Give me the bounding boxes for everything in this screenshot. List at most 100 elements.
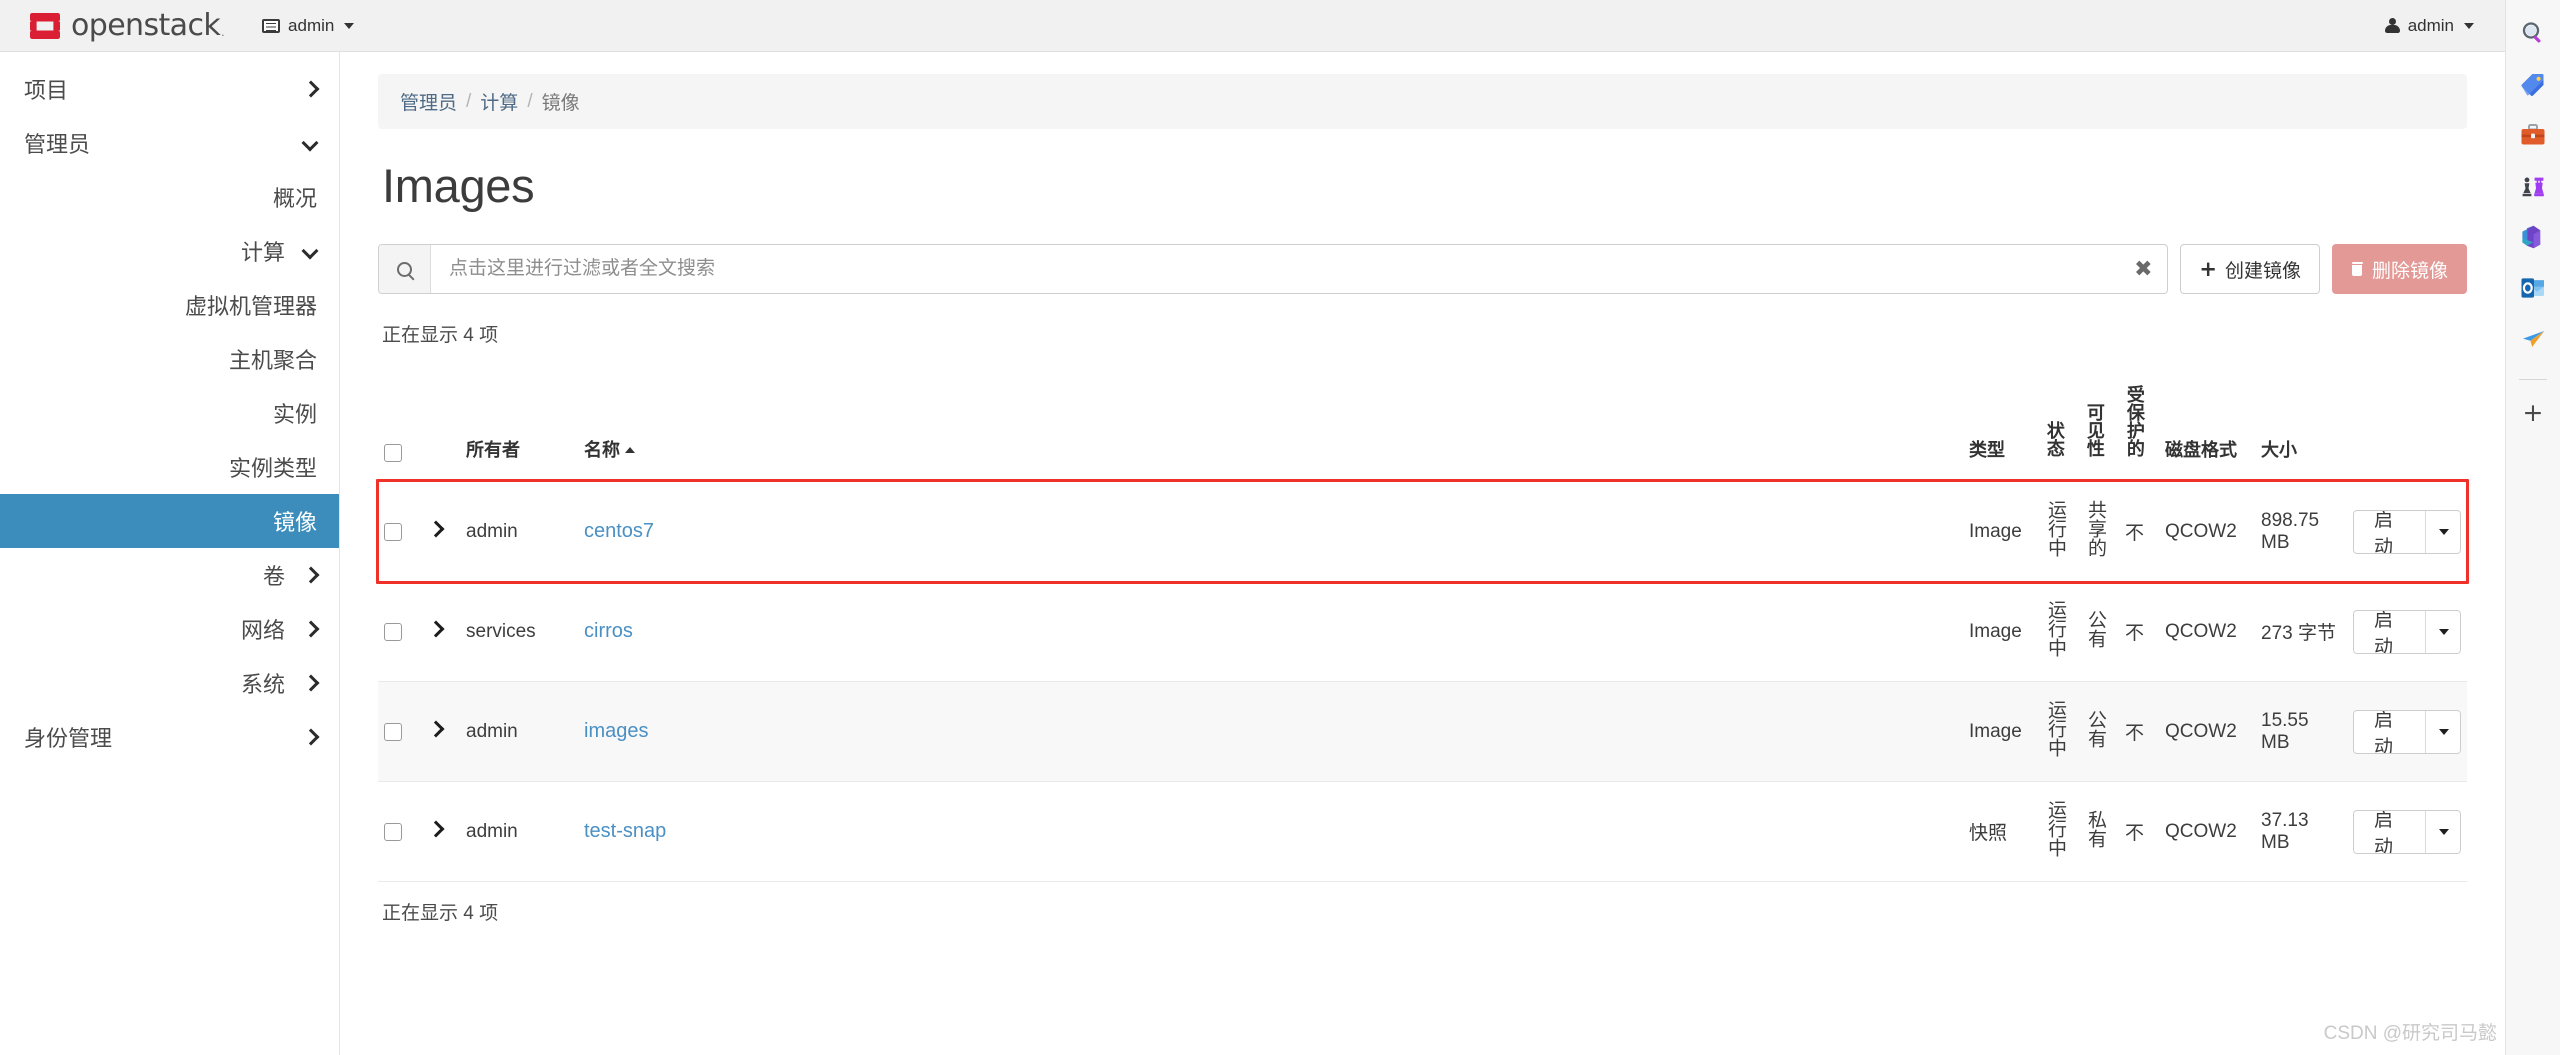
header-owner[interactable]: 所有者 — [460, 375, 578, 483]
rail-send-plane-button[interactable] — [2513, 319, 2553, 359]
row-expand-cell — [422, 681, 460, 783]
rail-outlook-button[interactable] — [2513, 268, 2553, 308]
sidebar-item-images[interactable]: 镜像 — [0, 494, 339, 548]
screen: openstack. admin admin 项目 管理员 概况 计算 虚拟机管… — [0, 0, 2560, 1055]
cell-status: 运行中 — [2039, 581, 2079, 683]
row-actions-dropdown-toggle[interactable] — [2425, 710, 2460, 753]
header-name-label: 名称 — [584, 440, 620, 461]
select-all-checkbox[interactable] — [384, 443, 402, 462]
sidebar-item-label: 实例 — [272, 402, 317, 427]
chevron-right-icon[interactable] — [428, 721, 444, 737]
delete-image-button[interactable]: 删除镜像 — [2331, 244, 2467, 295]
create-image-button[interactable]: + 创建镜像 — [2180, 244, 2320, 295]
sidebar-item-volumes[interactable]: 卷 — [0, 548, 339, 602]
sidebar-item-instances[interactable]: 实例 — [0, 386, 339, 440]
rail-tag-button[interactable] — [2513, 64, 2553, 104]
row-checkbox[interactable] — [384, 722, 402, 741]
sidebar-item-label: 项目 — [24, 78, 69, 103]
chevron-right-icon[interactable] — [428, 621, 444, 637]
breadcrumb-item-compute[interactable]: 计算 — [480, 88, 518, 115]
trash-icon — [2351, 261, 2364, 277]
expand-header — [422, 375, 460, 483]
cell-disk-format: QCOW2 — [2159, 581, 2255, 683]
sidebar-item-label: 实例类型 — [228, 456, 317, 481]
chevron-right-icon — [303, 622, 317, 636]
launch-button[interactable]: 启动 — [2354, 710, 2426, 753]
launch-button[interactable]: 启动 — [2354, 510, 2426, 553]
table-row[interactable]: admin images Image 运行中 公有 不 QCOW2 15.55 … — [378, 681, 2467, 783]
search-input[interactable] — [431, 245, 2120, 294]
sidebar-item-system[interactable]: 系统 — [0, 656, 339, 710]
cell-protected: 不 — [2119, 581, 2159, 683]
cell-owner: services — [460, 581, 578, 683]
row-select-cell — [378, 781, 422, 883]
sidebar-item-admin[interactable]: 管理员 — [0, 116, 339, 170]
header-disk-format[interactable]: 磁盘格式 — [2159, 375, 2255, 483]
table-row[interactable]: admin centos7 Image 运行中 共享的 不 QCOW2 898.… — [378, 481, 2467, 583]
row-action-split-button: 启动 — [2353, 609, 2461, 654]
sidebar-item-identity[interactable]: 身份管理 — [0, 710, 339, 764]
image-name-link[interactable]: test-snap — [584, 820, 666, 842]
row-actions-dropdown-toggle[interactable] — [2425, 810, 2460, 853]
project-switcher-label: admin — [288, 15, 335, 35]
cell-name: images — [578, 681, 1963, 783]
launch-button[interactable]: 启动 — [2354, 610, 2426, 653]
cell-protected: 不 — [2119, 681, 2159, 783]
sidebar-item-hypervisors[interactable]: 虚拟机管理器 — [0, 278, 339, 332]
cell-actions: 启动 — [2347, 681, 2467, 783]
sidebar-item-overview[interactable]: 概况 — [0, 170, 339, 224]
cell-type: Image — [1963, 481, 2039, 583]
image-name-link[interactable]: cirros — [584, 620, 633, 642]
row-checkbox[interactable] — [384, 522, 402, 541]
header-size[interactable]: 大小 — [2255, 375, 2347, 483]
image-name-link[interactable]: images — [584, 720, 648, 742]
user-menu-label: admin — [2407, 15, 2454, 35]
cell-name: centos7 — [578, 481, 1963, 583]
launch-button[interactable]: 启动 — [2354, 810, 2426, 853]
row-action-split-button: 启动 — [2353, 809, 2461, 854]
sidebar-item-compute[interactable]: 计算 — [0, 224, 339, 278]
rail-add-button[interactable]: + — [2513, 392, 2553, 432]
chevron-right-icon[interactable] — [428, 821, 444, 837]
sidebar-item-network[interactable]: 网络 — [0, 602, 339, 656]
send-plane-icon — [2523, 331, 2545, 347]
rail-search-button[interactable] — [2513, 13, 2553, 53]
rail-microsoft365-button[interactable] — [2513, 217, 2553, 257]
row-expand-cell — [422, 581, 460, 683]
outlook-icon — [2521, 278, 2544, 298]
search-addon — [379, 245, 431, 294]
sidebar-item-label: 卷 — [262, 564, 285, 589]
row-actions-dropdown-toggle[interactable] — [2425, 610, 2460, 653]
openstack-logo[interactable]: openstack. — [30, 10, 225, 41]
table-row[interactable]: admin test-snap 快照 运行中 私有 不 QCOW2 37.13 … — [378, 781, 2467, 883]
row-checkbox[interactable] — [384, 822, 402, 841]
user-menu[interactable]: admin — [2376, 10, 2483, 42]
sidebar-item-flavors[interactable]: 实例类型 — [0, 440, 339, 494]
rail-chess-button[interactable] — [2513, 166, 2553, 206]
row-actions-dropdown-toggle[interactable] — [2425, 510, 2460, 553]
cell-type: Image — [1963, 681, 2039, 783]
cell-visibility: 私有 — [2079, 781, 2119, 883]
table-header-row: 所有者 名称 类型 状态 可见性 受保护的 磁盘格式 大小 — [378, 375, 2467, 483]
result-count-bottom: 正在显示 4 项 — [382, 903, 499, 925]
clear-search-button[interactable]: ✖ — [2119, 245, 2167, 293]
row-checkbox[interactable] — [384, 622, 402, 641]
breadcrumb-item-admin[interactable]: 管理员 — [400, 88, 457, 115]
openstack-mark-icon — [30, 12, 60, 39]
header-protected[interactable]: 受保护的 — [2119, 375, 2159, 483]
row-action-split-button: 启动 — [2353, 709, 2461, 754]
sort-asc-icon — [625, 447, 635, 454]
sidebar-item-project[interactable]: 项目 — [0, 62, 339, 116]
project-switcher[interactable]: admin — [253, 10, 363, 42]
header-type[interactable]: 类型 — [1963, 375, 2039, 483]
rail-briefcase-button[interactable] — [2513, 115, 2553, 155]
sidebar-item-host-aggregates[interactable]: 主机聚合 — [0, 332, 339, 386]
header-visibility[interactable]: 可见性 — [2079, 375, 2119, 483]
cell-owner: admin — [460, 781, 578, 883]
table-row[interactable]: services cirros Image 运行中 公有 不 QCOW2 273… — [378, 581, 2467, 683]
plus-icon: + — [2522, 397, 2544, 427]
header-name[interactable]: 名称 — [578, 375, 1963, 483]
header-status[interactable]: 状态 — [2039, 375, 2079, 483]
chevron-right-icon[interactable] — [428, 521, 444, 537]
image-name-link[interactable]: centos7 — [584, 520, 654, 542]
